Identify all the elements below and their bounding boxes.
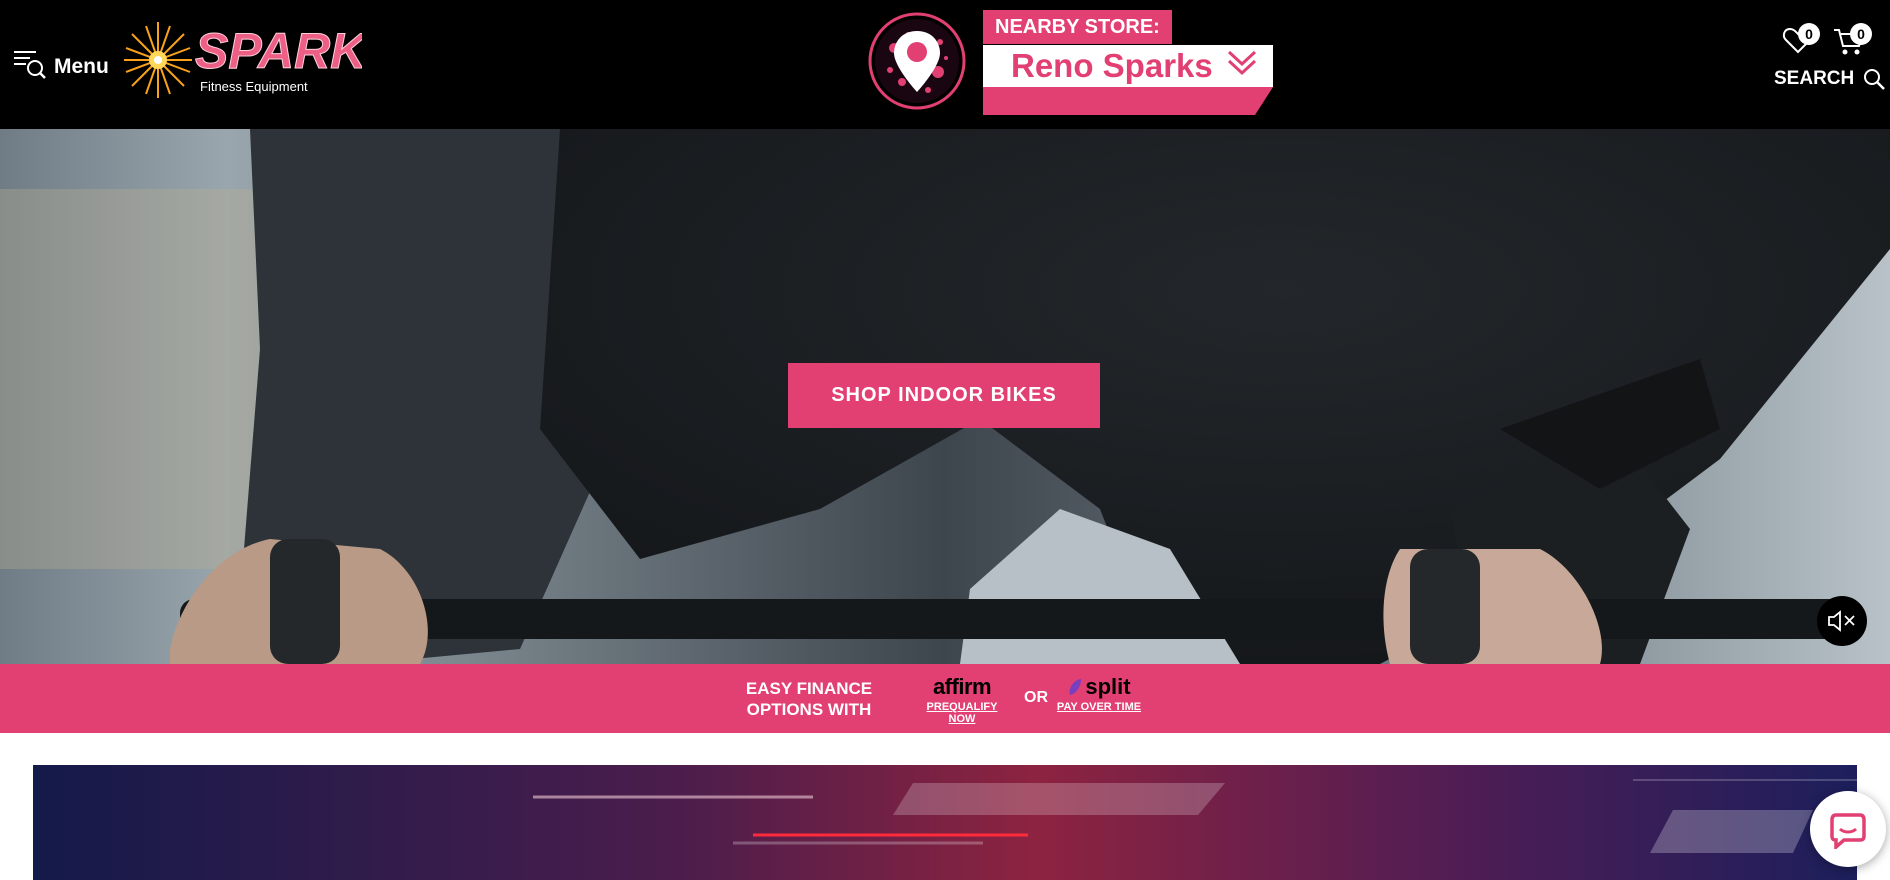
search-icon [1864,69,1886,90]
sparks-logo[interactable]: SPARKS Fitness Equipment [122,18,400,100]
store-name[interactable]: Reno Sparks [1011,46,1213,86]
site-header: Menu SPARKS Fitness Equipment [0,0,1890,129]
menu-button[interactable]: Menu [12,46,109,88]
nearby-store-label: NEARBY STORE: [983,10,1172,44]
chat-icon [1830,813,1866,849]
affirm-option[interactable]: affirm PREQUALIFY NOW [912,674,1012,726]
prequalify-link[interactable]: PREQUALIFY NOW [912,701,1012,725]
cart-count: 0 [1850,23,1872,45]
wishlist-count: 0 [1798,23,1820,45]
menu-label: Menu [54,55,109,78]
split-option[interactable]: split PAY OVER TIME [1056,676,1142,714]
search-button[interactable]: SEARCH [1774,67,1886,91]
split-logo: split [1056,676,1142,698]
split-leaf-icon [1069,679,1082,695]
mute-toggle[interactable] [1817,596,1867,646]
finance-banner: EASY FINANCE OPTIONS WITH affirm PREQUAL… [0,664,1890,733]
starburst-icon [124,22,192,98]
affirm-logo: affirm [932,674,992,699]
mute-icon [1828,610,1855,632]
finance-text: EASY FINANCE OPTIONS WITH [745,679,873,719]
wishlist-button[interactable]: 0 [1782,23,1820,61]
store-locator-pin[interactable] [868,12,966,115]
chat-button[interactable] [1810,791,1886,867]
svg-text:SPARKS: SPARKS [195,23,362,79]
pay-over-time-link[interactable]: PAY OVER TIME [1056,701,1142,713]
shop-indoor-bikes-button[interactable]: SHOP INDOOR BIKES [788,363,1100,428]
svg-text:Fitness Equipment: Fitness Equipment [200,79,308,94]
or-label: OR [1024,689,1048,706]
menu-search-icon [12,46,48,88]
chevron-down-icon[interactable] [1226,48,1258,83]
hero-video: SHOP INDOOR BIKES [0,129,1890,664]
search-label: SEARCH [1774,68,1855,89]
promo-banner[interactable] [33,765,1857,880]
cart-button[interactable]: 0 [1832,23,1872,63]
